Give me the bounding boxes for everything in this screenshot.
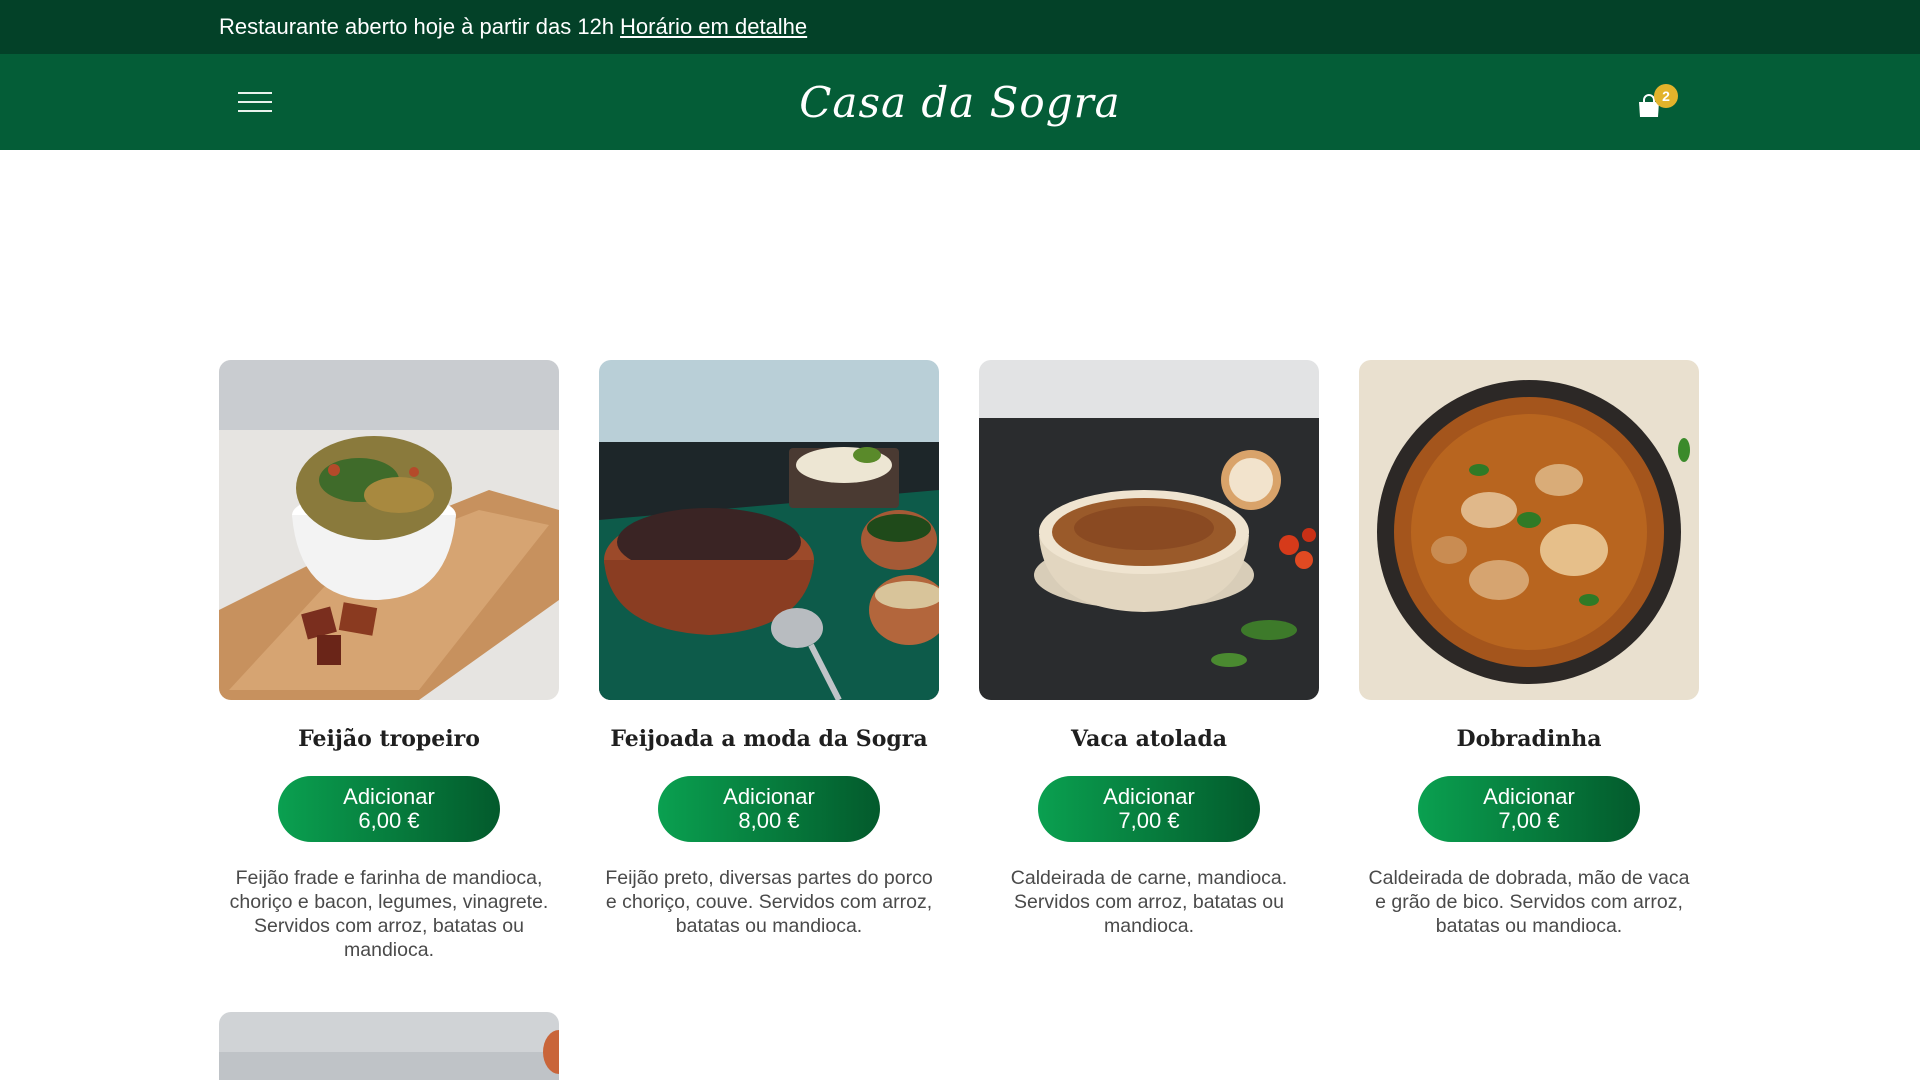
hours-detail-link[interactable]: Horário em detalhe [620, 14, 807, 40]
product-description: Feijão frade e farinha de mandioca, chor… [229, 867, 549, 961]
product-card: Dobradinha Adicionar 7,00 € Caldeirada d… [1359, 360, 1699, 938]
site-header: Casa da Sogra 2 [0, 54, 1920, 150]
product-card: Feijão tropeiro Adicionar 6,00 € Feijão … [219, 360, 559, 962]
product-name: Feijão tropeiro [298, 726, 480, 752]
add-to-cart-button[interactable]: Adicionar 8,00 € [658, 776, 880, 842]
next-product-photo[interactable] [219, 1012, 559, 1080]
add-label: Adicionar [343, 784, 435, 809]
add-label: Adicionar [1483, 784, 1575, 809]
cart-count-badge: 2 [1654, 84, 1678, 108]
product-card: Feijoada a moda da Sogra Adicionar 8,00 … [599, 360, 939, 938]
product-name: Feijoada a moda da Sogra [610, 726, 928, 752]
hamburger-icon[interactable] [238, 90, 272, 114]
add-label: Adicionar [1103, 784, 1195, 809]
product-photo[interactable] [979, 360, 1319, 700]
product-name: Vaca atolada [1071, 726, 1227, 752]
add-label: Adicionar [723, 784, 815, 809]
product-description: Caldeirada de carne, mandioca. Servidos … [1010, 867, 1288, 937]
logo[interactable]: Casa da Sogra [760, 68, 1160, 138]
add-to-cart-button[interactable]: Adicionar 7,00 € [1418, 776, 1640, 842]
cart-button[interactable]: 2 [1636, 84, 1680, 124]
product-price: 8,00 € [738, 808, 800, 833]
product-photo[interactable] [599, 360, 939, 700]
product-card: Vaca atolada Adicionar 7,00 € Caldeirada… [979, 360, 1319, 938]
product-price: 7,00 € [1498, 808, 1560, 833]
product-price: 6,00 € [358, 808, 420, 833]
opening-hours-text: Restaurante aberto hoje à partir das 12h [219, 14, 615, 39]
product-description: Caldeirada de dobrada, mão de vaca e grã… [1368, 867, 1690, 937]
product-photo[interactable] [219, 360, 559, 700]
announcement-bar: Restaurante aberto hoje à partir das 12h… [0, 0, 1920, 54]
product-price: 7,00 € [1118, 808, 1180, 833]
product-description: Feijão preto, diversas partes do porco e… [605, 867, 933, 937]
add-to-cart-button[interactable]: Adicionar 6,00 € [278, 776, 500, 842]
product-name: Dobradinha [1456, 726, 1602, 752]
product-photo[interactable] [1359, 360, 1699, 700]
add-to-cart-button[interactable]: Adicionar 7,00 € [1038, 776, 1260, 842]
